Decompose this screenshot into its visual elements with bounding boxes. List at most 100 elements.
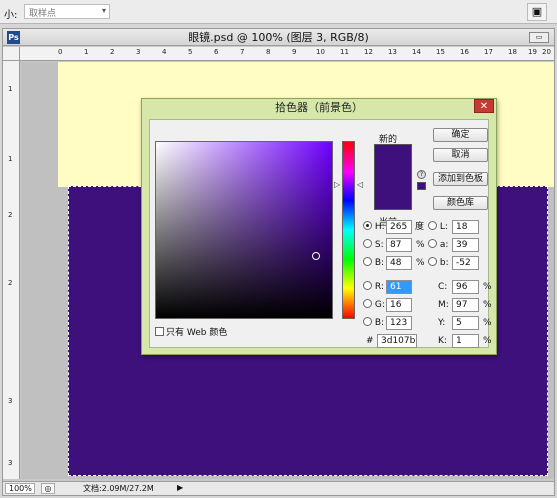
photoshop-doc-icon: Ps [7, 31, 20, 44]
ruler-tick-label: 0 [58, 48, 63, 56]
close-icon[interactable]: ✕ [474, 99, 494, 113]
b-radio[interactable] [363, 257, 372, 266]
ruler-tick-label: 2 [8, 279, 13, 287]
ruler-tick-label: 1 [8, 155, 13, 163]
rgb-b-row: B: [363, 317, 384, 330]
status-menu-arrow-icon[interactable]: ▶ [177, 483, 183, 492]
s-input[interactable]: 87 [386, 238, 412, 252]
current-color-swatch[interactable] [374, 177, 412, 210]
window-restore-icon[interactable]: ▭ [529, 32, 549, 43]
ruler-tick-label: 13 [388, 48, 397, 56]
lab-b-row: b: [428, 257, 449, 270]
a-radio[interactable] [428, 239, 437, 248]
lab-b-radio[interactable] [428, 257, 437, 266]
ruler-tick-label: 7 [240, 48, 245, 56]
l-radio[interactable] [428, 221, 437, 230]
l-row: L: [428, 221, 448, 234]
c-label: C: [438, 282, 448, 292]
ruler-tick-label: 11 [340, 48, 349, 56]
m-label: M: [438, 300, 449, 310]
vertical-ruler[interactable]: 1 1 2 2 3 3 [3, 61, 20, 479]
b-label: B: [374, 258, 385, 268]
rgb-b-radio[interactable] [363, 317, 372, 326]
b-row: B: [363, 257, 384, 270]
r-radio[interactable] [363, 281, 372, 290]
ruler-tick-label: 1 [84, 48, 89, 56]
sample-select[interactable]: 取样点 ▾ [24, 4, 110, 19]
b-unit: % [416, 258, 425, 268]
hex-label: # [366, 336, 374, 346]
options-bar: 小: 取样点 ▾ ▣ [0, 0, 557, 24]
dialog-title[interactable]: 拾色器（前景色） [142, 99, 496, 117]
r-row: R: [363, 281, 384, 294]
y-unit: % [483, 318, 492, 328]
sample-select-value: 取样点 [29, 9, 57, 19]
status-bar: 100% ◎ 文档:2.09M/27.2M ▶ [3, 481, 554, 495]
c-input[interactable]: 96 [452, 280, 479, 294]
checkbox-box[interactable] [155, 327, 164, 336]
add-to-swatches-button[interactable]: 添加到色板 [433, 172, 488, 186]
ruler-tick-label: 3 [136, 48, 141, 56]
hue-slider-left-arrow-icon[interactable]: ▷ [334, 180, 340, 189]
ruler-tick-label: 10 [316, 48, 325, 56]
g-input[interactable]: 16 [386, 298, 412, 312]
horizontal-ruler[interactable]: 0 1 2 3 4 5 6 7 8 9 10 11 12 13 14 15 16… [20, 47, 554, 61]
hex-input[interactable]: 3d107b [377, 334, 417, 348]
m-input[interactable]: 97 [452, 298, 479, 312]
ruler-origin[interactable] [3, 47, 20, 61]
h-unit: 度 [415, 222, 425, 232]
h-label: H: [374, 222, 385, 232]
cancel-button[interactable]: 取消 [433, 148, 488, 162]
ruler-tick-label: 3 [8, 459, 13, 467]
ruler-tick-label: 4 [162, 48, 167, 56]
ruler-tick-label: 6 [214, 48, 219, 56]
proof-icon[interactable]: ◎ [41, 483, 55, 494]
k-label: K: [438, 336, 447, 346]
ruler-tick-label: 17 [484, 48, 493, 56]
color-libraries-button[interactable]: 颜色库 [433, 196, 488, 210]
a-label: a: [439, 240, 449, 250]
ruler-tick-label: 14 [412, 48, 421, 56]
document-title[interactable]: 眼镜.psd @ 100% (图层 3, RGB/8) [3, 29, 554, 46]
ruler-tick-label: 15 [436, 48, 445, 56]
ruler-tick-label: 18 [508, 48, 517, 56]
s-radio[interactable] [363, 239, 372, 248]
h-radio[interactable] [363, 221, 372, 230]
g-radio[interactable] [363, 299, 372, 308]
out-of-gamut-warning-icon[interactable]: ? [417, 170, 426, 179]
ok-button[interactable]: 确定 [433, 128, 488, 142]
new-color-swatch [374, 144, 412, 177]
g-label: G: [374, 300, 385, 310]
a-row: a: [428, 239, 448, 252]
color-field[interactable] [155, 141, 333, 319]
hue-slider[interactable] [342, 141, 355, 319]
ruler-tick-label: 16 [460, 48, 469, 56]
ruler-tick-label: 9 [292, 48, 297, 56]
ruler-tick-label: 3 [8, 397, 13, 405]
g-row: G: [363, 299, 385, 312]
rgb-b-input[interactable]: 123 [386, 316, 412, 330]
color-picker-dialog: 拾色器（前景色） ✕ ▷ ◁ 只有 Web 颜色 新的 当前 ? 确定 取消 添… [141, 98, 497, 355]
ruler-tick-label: 20 [542, 48, 551, 56]
ruler-tick-label: 8 [266, 48, 271, 56]
y-input[interactable]: 5 [452, 316, 479, 330]
k-input[interactable]: 1 [452, 334, 479, 348]
gamut-swatch[interactable] [417, 182, 426, 190]
brightness-input[interactable]: 48 [386, 256, 412, 270]
a-input[interactable]: 39 [452, 238, 479, 252]
h-input[interactable]: 265 [386, 220, 412, 234]
hue-slider-right-arrow-icon[interactable]: ◁ [357, 180, 363, 189]
s-label: S: [374, 240, 384, 250]
ruler-tick-label: 5 [188, 48, 193, 56]
web-colors-only-checkbox[interactable]: 只有 Web 颜色 [155, 325, 227, 338]
workspace-icon[interactable]: ▣ [527, 3, 547, 21]
lab-b-label: b: [439, 258, 449, 268]
zoom-field[interactable]: 100% [5, 483, 35, 494]
lab-b-input[interactable]: -52 [452, 256, 479, 270]
l-input[interactable]: 18 [452, 220, 479, 234]
sample-size-label: 小: [4, 10, 18, 21]
color-field-cursor[interactable] [312, 252, 320, 260]
ruler-tick-label: 12 [364, 48, 373, 56]
ruler-tick-label: 2 [110, 48, 115, 56]
r-input[interactable]: 61 [386, 280, 412, 294]
